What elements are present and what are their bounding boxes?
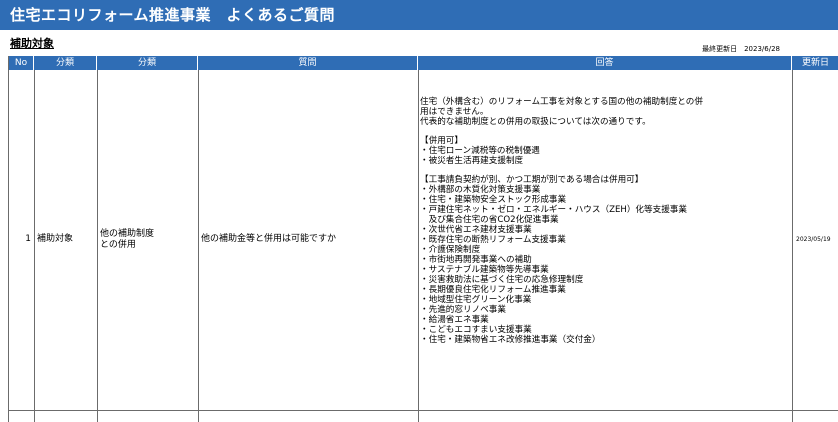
- header-category2: 分類: [97, 56, 198, 70]
- col-divider: [418, 70, 419, 422]
- answer-line: ・長期優良住宅化リフォーム推進事業: [420, 285, 566, 295]
- col-divider: [97, 70, 98, 422]
- answer-line: 【工事請負契約が別、かつ工期が別である場合は併用可】: [420, 175, 644, 185]
- header-no: No: [9, 56, 34, 70]
- row-category2-line1: 他の補助制度: [100, 229, 155, 239]
- answer-line: 【併用可】: [420, 136, 463, 146]
- answer-line: ・市街地再開発事業への補助: [420, 255, 532, 265]
- answer-line: ・災害救助法に基づく住宅の応急修理制度: [420, 275, 584, 285]
- header-question: 質問: [198, 56, 418, 70]
- answer-line: ・次世代省エネ建材支援事業: [420, 225, 532, 235]
- answer-line: [420, 166, 790, 175]
- answer-line: ・住宅・建築物省エネ改修推進事業（交付金）: [420, 335, 601, 345]
- answer-line: ・先進的窓リノベ事業: [420, 305, 506, 315]
- row-update-date: 2023/05/19: [796, 236, 831, 243]
- answer-line: ・住宅・建築物安全ストック形成事業: [420, 195, 567, 205]
- row-category2: 他の補助制度 との併用: [100, 229, 154, 251]
- answer-line: ・介護保険制度: [420, 245, 481, 255]
- answer-line: ・こどもエコすまい支援事業: [420, 325, 532, 335]
- col-divider: [198, 70, 199, 422]
- faq-table: No 分類 分類 質問 回答 更新日 1 補助対象 他の補助制度 との併用 他の…: [8, 56, 838, 422]
- row-category2-line2: との併用: [100, 240, 136, 250]
- answer-line: ・外構部の木質化対策支援事業: [420, 185, 541, 195]
- answer-line: ・地域型住宅グリーン化事業: [420, 295, 532, 305]
- page-title: 住宅エコリフォーム推進事業 よくあるご質問: [0, 0, 838, 30]
- answer-line: ・サステナブル建築物等先導事業: [420, 265, 549, 275]
- row-divider: [9, 410, 838, 411]
- answer-line: ・戸建住宅ネット・ゼロ・エネルギー・ハウス（ZEH）化等支援事業: [420, 205, 687, 215]
- answer-line: ・住宅ローン減税等の税制優遇: [420, 146, 540, 156]
- answer-line: 代表的な補助制度との併用の取扱については次の通りです。: [420, 117, 651, 127]
- header-answer: 回答: [418, 56, 792, 70]
- answer-line: 及び集合住宅の省CO2化促進事業: [420, 215, 559, 225]
- answer-line: ・被災者生活再建支援制度: [420, 156, 524, 166]
- row-answer: 住宅（外構含む）のリフォーム工事を対象とする国の他の補助制度との併 用はできません…: [420, 97, 790, 345]
- row-category1: 補助対象: [37, 234, 74, 244]
- col-divider: [792, 70, 793, 422]
- answer-line: ・既存住宅の断熱リフォーム支援事業: [420, 235, 566, 245]
- row-question: 他の補助金等と併用は可能ですか: [201, 234, 337, 244]
- last-updated: 最終更新日 2023/6/28: [702, 45, 780, 53]
- header-category1: 分類: [34, 56, 97, 70]
- answer-line: ・給湯省エネ事業: [420, 315, 489, 325]
- header-update-date: 更新日: [792, 56, 838, 70]
- section-label: 補助対象: [10, 37, 54, 50]
- answer-line: 用はできません。: [420, 107, 489, 117]
- col-divider: [34, 70, 35, 422]
- row-no: 1: [25, 234, 31, 244]
- answer-line: [420, 127, 790, 136]
- answer-line: 住宅（外構含む）のリフォーム工事を対象とする国の他の補助制度との併: [420, 97, 703, 107]
